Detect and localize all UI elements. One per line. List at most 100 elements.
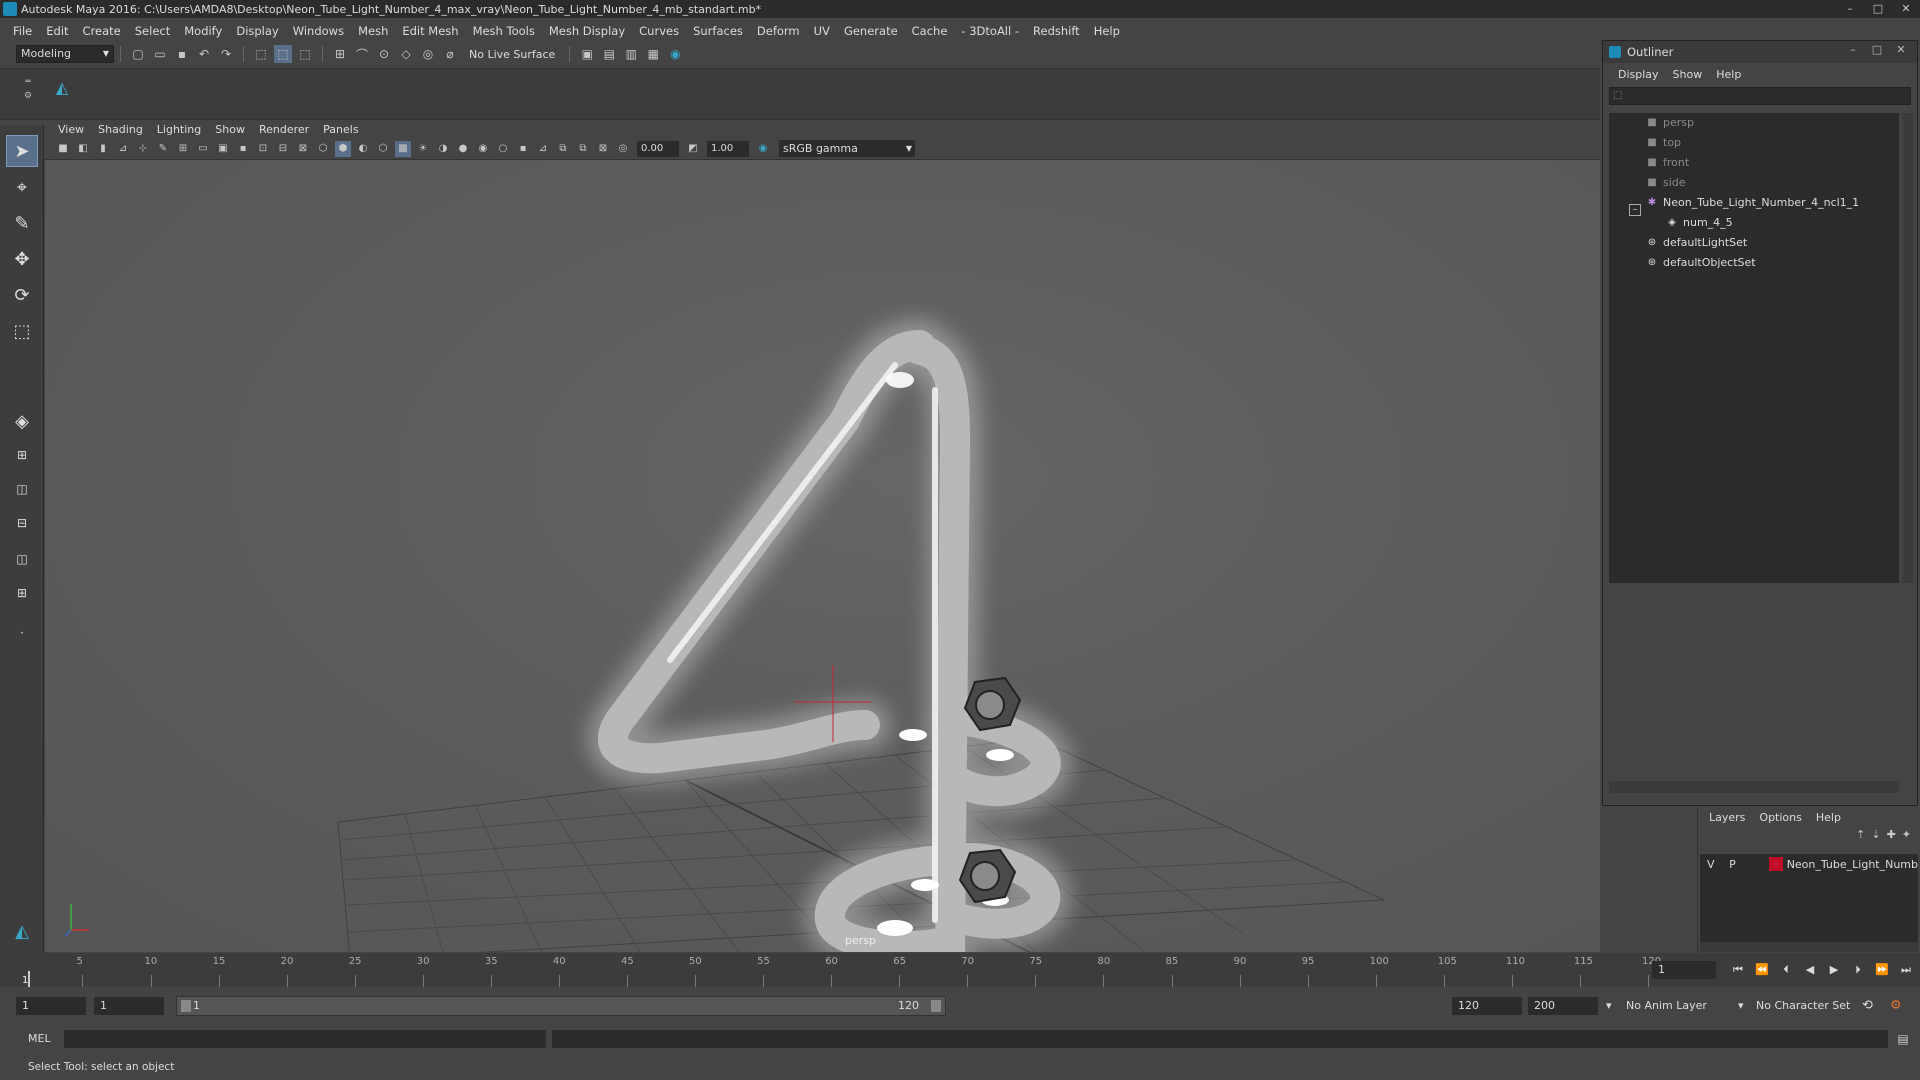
animation-preferences-icon[interactable]: ⚙: [1890, 997, 1902, 1015]
textured-icon[interactable]: ▩: [395, 140, 411, 157]
select-tool-icon[interactable]: ➤: [6, 135, 38, 167]
maya-shelf-icon[interactable]: ◭: [52, 78, 72, 98]
snap-grid-icon[interactable]: ⊞: [331, 45, 349, 63]
color-management-icon[interactable]: ◉: [755, 141, 771, 157]
single-perspective-layout-icon[interactable]: ◈: [6, 405, 38, 437]
anim-layer-chevron-icon[interactable]: ▾: [1738, 997, 1744, 1015]
screen-space-ao-icon[interactable]: ●: [455, 141, 471, 157]
multisample-aa-icon[interactable]: ○: [495, 141, 511, 157]
layer-menu-layers[interactable]: Layers: [1702, 811, 1752, 824]
outliner-menu-help[interactable]: Help: [1709, 68, 1748, 81]
current-frame-field[interactable]: 1: [1652, 961, 1716, 979]
xray-joints-icon[interactable]: ⧉: [575, 141, 591, 157]
hypershade-layout-icon[interactable]: ◫: [6, 547, 38, 571]
exposure-field[interactable]: 0.00: [637, 140, 679, 157]
wireframe-on-shaded-icon[interactable]: ⬡: [375, 141, 391, 157]
safe-action-icon[interactable]: ⊟: [275, 141, 291, 157]
layer-playback-toggle[interactable]: P: [1722, 858, 1744, 871]
command-input[interactable]: [64, 1030, 546, 1048]
layer-color-swatch[interactable]: [1768, 857, 1783, 871]
hypershade-icon[interactable]: ◉: [666, 45, 684, 63]
2d-pan-zoom-icon[interactable]: ⊹: [135, 141, 151, 157]
minimize-button[interactable]: –: [1836, 0, 1864, 18]
anim-layer-chevron-icon[interactable]: ▾: [1606, 997, 1612, 1015]
step-back-key-icon[interactable]: ⏴: [1776, 961, 1796, 979]
outliner-item-num-4-5[interactable]: ◈ num_4_5: [1665, 213, 1733, 231]
menu-3dtoall[interactable]: - 3DtoAll -: [954, 24, 1026, 38]
open-scene-icon[interactable]: ▭: [151, 45, 169, 63]
time-slider-track[interactable]: 5 10 15 20 25 30 35 40 45 50 55 60 65 70 75 80 85 90 95 100…: [28, 953, 1661, 987]
menu-surfaces[interactable]: Surfaces: [686, 24, 750, 38]
menu-modify[interactable]: Modify: [177, 24, 229, 38]
snap-point-icon[interactable]: ⊙: [375, 45, 393, 63]
outliner-item-front[interactable]: ■ front: [1645, 153, 1689, 171]
menu-deform[interactable]: Deform: [750, 24, 807, 38]
outliner-filter-input[interactable]: ⬚: [1609, 87, 1911, 105]
playback-range-slider[interactable]: 1 120: [176, 996, 946, 1016]
select-by-object-icon[interactable]: ⬚: [274, 45, 292, 63]
mode-dropdown[interactable]: Modeling ▼: [16, 45, 114, 63]
playback-end-field[interactable]: 120: [1452, 997, 1522, 1015]
menu-select[interactable]: Select: [128, 24, 177, 38]
menu-edit-mesh[interactable]: Edit Mesh: [395, 24, 465, 38]
move-tool-icon[interactable]: ✥: [6, 243, 38, 275]
step-forward-key-icon[interactable]: ⏵: [1848, 961, 1868, 979]
safe-title-icon[interactable]: ⊠: [295, 141, 311, 157]
render-frame-icon[interactable]: ▤: [600, 45, 618, 63]
outliner-vertical-scrollbar[interactable]: [1903, 113, 1913, 583]
outliner-close-button[interactable]: ✕: [1889, 43, 1913, 56]
menu-mesh-display[interactable]: Mesh Display: [542, 24, 632, 38]
isolate-select-icon[interactable]: ⊿: [535, 141, 551, 157]
outliner-horizontal-scrollbar[interactable]: [1609, 781, 1899, 793]
menu-curves[interactable]: Curves: [632, 24, 686, 38]
rotate-tool-icon[interactable]: ⟳: [6, 279, 38, 311]
layer-row[interactable]: V P Neon_Tube_Light_Numb: [1700, 854, 1918, 874]
menu-uv[interactable]: UV: [807, 24, 837, 38]
new-empty-layer-icon[interactable]: ✚: [1887, 828, 1896, 846]
range-start-handle[interactable]: [181, 1000, 191, 1012]
snap-view-plane-icon[interactable]: ◇: [397, 45, 415, 63]
outliner-item-side[interactable]: ■ side: [1645, 173, 1685, 191]
shade-options-icon[interactable]: ◐: [355, 141, 371, 157]
redo-icon[interactable]: ↷: [217, 45, 235, 63]
move-layer-down-icon[interactable]: ⇣: [1871, 828, 1880, 846]
view-transform-dropdown[interactable]: sRGB gamma ▼: [779, 140, 915, 157]
field-chart-icon[interactable]: ⊡: [255, 141, 271, 157]
viewport-menu-shading[interactable]: Shading: [91, 123, 150, 136]
outliner-menu-show[interactable]: Show: [1666, 68, 1710, 81]
four-view-layout-icon[interactable]: ⊞: [6, 443, 38, 467]
paint-select-tool-icon[interactable]: ✎: [6, 207, 38, 239]
undo-icon[interactable]: ↶: [195, 45, 213, 63]
layer-menu-help[interactable]: Help: [1809, 811, 1848, 824]
command-language-toggle[interactable]: MEL: [28, 1031, 51, 1047]
film-gate-icon[interactable]: ▭: [195, 141, 211, 157]
go-to-start-icon[interactable]: ⏮: [1728, 961, 1748, 979]
outliner-item-persp[interactable]: ■ persp: [1645, 113, 1694, 131]
menu-windows[interactable]: Windows: [286, 24, 351, 38]
new-layer-selected-icon[interactable]: ✦: [1902, 828, 1911, 846]
auto-key-icon[interactable]: ⟲: [1862, 997, 1873, 1015]
render-view-icon[interactable]: ▦: [644, 45, 662, 63]
xray-icon[interactable]: ⧉: [555, 141, 571, 157]
menu-cache[interactable]: Cache: [905, 24, 955, 38]
go-to-end-icon[interactable]: ⏭: [1896, 961, 1916, 979]
viewport-menu-show[interactable]: Show: [208, 123, 252, 136]
viewport-menu-panels[interactable]: Panels: [316, 123, 365, 136]
make-live-icon[interactable]: ⌀: [441, 45, 459, 63]
outliner-titlebar[interactable]: Outliner – □ ✕: [1603, 41, 1917, 63]
viewport-menu-lighting[interactable]: Lighting: [150, 123, 208, 136]
depth-of-field-icon[interactable]: ▪: [515, 141, 531, 157]
maximize-button[interactable]: □: [1864, 0, 1892, 18]
grease-pencil-icon[interactable]: ✎: [155, 141, 171, 157]
step-back-frame-icon[interactable]: ⏪: [1752, 961, 1772, 979]
camera-attributes-icon[interactable]: ◧: [75, 141, 91, 157]
move-layer-up-icon[interactable]: ⇡: [1856, 828, 1865, 846]
close-button[interactable]: ✕: [1892, 0, 1920, 18]
outliner-item-default-object-set[interactable]: ⊛ defaultObjectSet: [1645, 253, 1756, 271]
layer-horizontal-scrollbar[interactable]: [1700, 942, 1918, 952]
collapse-toggle[interactable]: –: [1629, 204, 1641, 216]
time-slider[interactable]: 5 10 15 20 25 30 35 40 45 50 55 60 65 70 75 80 85 90 95 100…: [0, 953, 1920, 987]
outliner-item-neon-group[interactable]: ✱ Neon_Tube_Light_Number_4_ncl1_1: [1645, 193, 1859, 211]
menu-edit[interactable]: Edit: [39, 24, 75, 38]
resolution-gate-icon[interactable]: ▣: [215, 141, 231, 157]
